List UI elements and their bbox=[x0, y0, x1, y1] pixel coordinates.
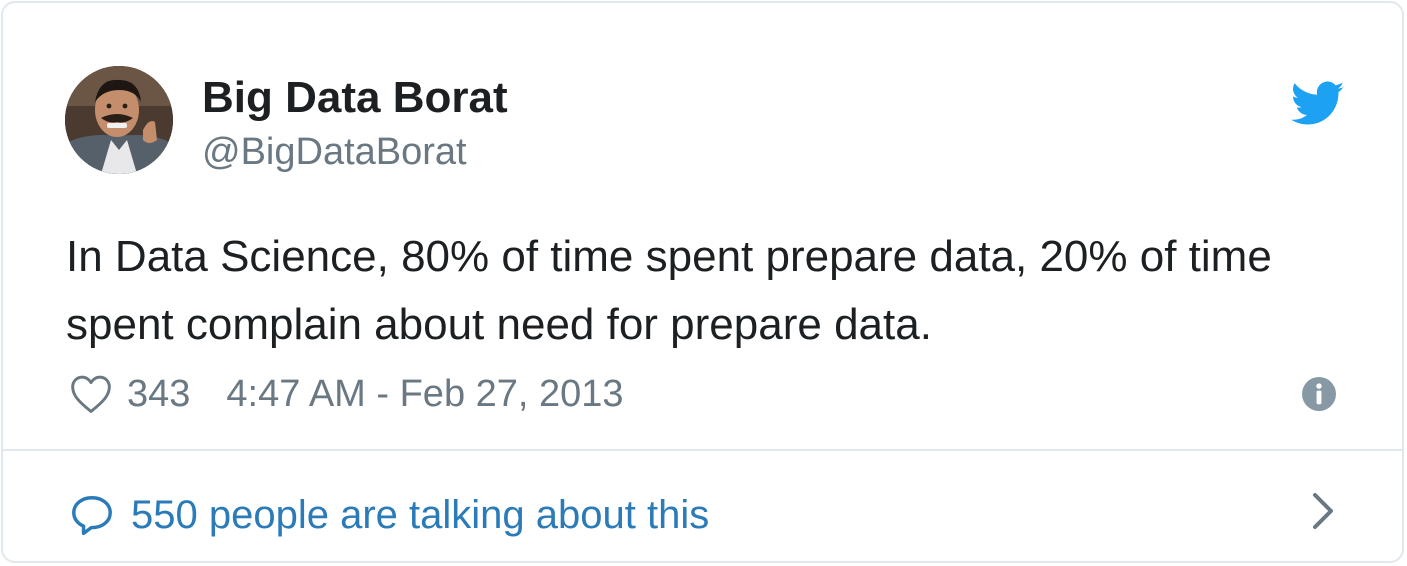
like-count[interactable]: 343 bbox=[127, 373, 190, 416]
tweet-meta: 343 4:47 AM - Feb 27, 2013 bbox=[69, 369, 624, 419]
footer-divider bbox=[3, 449, 1402, 451]
avatar-image bbox=[65, 66, 173, 174]
speech-bubble-icon bbox=[72, 496, 112, 536]
info-icon[interactable] bbox=[1302, 377, 1336, 411]
tweet-text: In Data Science, 80% of time spent prepa… bbox=[66, 232, 1272, 349]
author-handle[interactable]: @BigDataBorat bbox=[202, 129, 467, 175]
tweet-card: Big Data Borat @BigDataBorat In Data Sci… bbox=[1, 1, 1404, 563]
tweet-timestamp[interactable]: 4:47 AM - Feb 27, 2013 bbox=[226, 373, 623, 416]
twitter-bird-icon[interactable] bbox=[1291, 81, 1345, 127]
chevron-right-icon[interactable] bbox=[1309, 491, 1337, 531]
conversation-link[interactable]: 550 people are talking about this bbox=[69, 489, 709, 541]
conversation-text[interactable]: 550 people are talking about this bbox=[131, 493, 709, 538]
author-name[interactable]: Big Data Borat bbox=[202, 73, 508, 123]
author-avatar[interactable] bbox=[65, 66, 173, 174]
heart-icon[interactable] bbox=[69, 373, 113, 415]
